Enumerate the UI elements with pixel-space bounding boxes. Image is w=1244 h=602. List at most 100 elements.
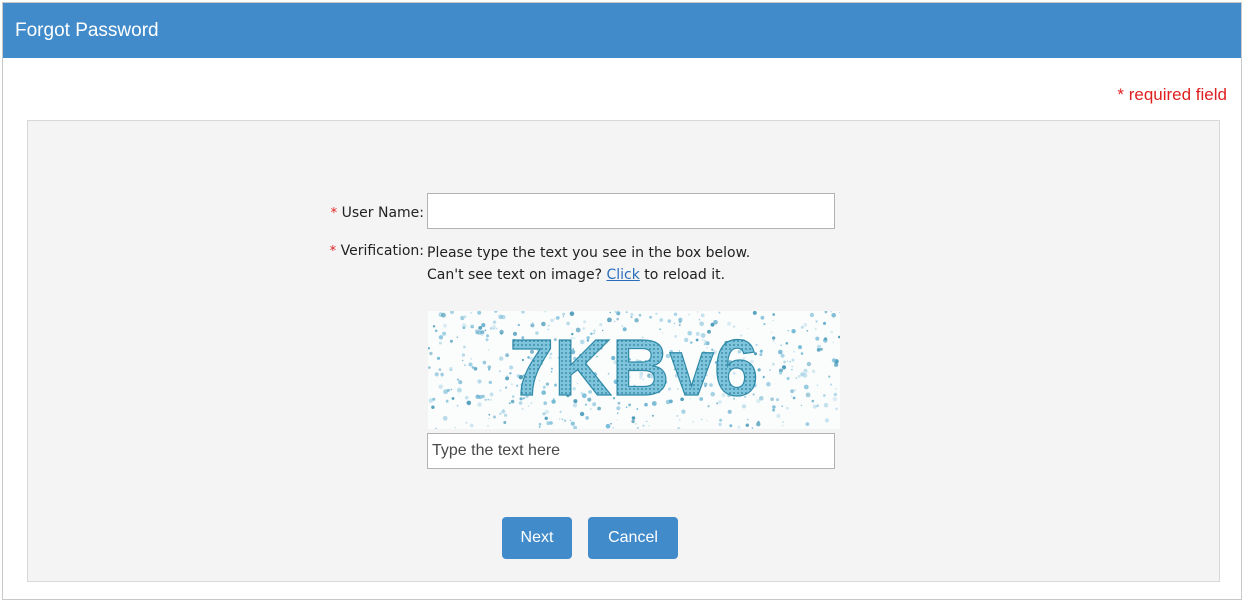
- verification-label: * Verification:: [330, 242, 424, 261]
- captcha-speckle: [700, 418, 703, 421]
- captcha-speckle: [781, 424, 784, 427]
- captcha-speckle: [655, 312, 658, 315]
- captcha-speckle: [503, 421, 507, 424]
- captcha-speckle: [770, 397, 774, 401]
- captcha-speckle: [428, 366, 431, 369]
- captcha-speckle: [811, 399, 815, 403]
- captcha-speckle: [797, 374, 801, 378]
- captcha-speckle: [634, 423, 637, 425]
- captcha-speckle: [443, 323, 447, 328]
- captcha-speckle: [779, 371, 783, 375]
- captcha-speckle: [550, 318, 554, 323]
- captcha-speckle: [772, 313, 775, 316]
- captcha-speckle: [830, 330, 834, 334]
- captcha-speckle: [795, 377, 798, 379]
- required-star: *: [330, 206, 338, 221]
- captcha-speckle: [791, 358, 795, 362]
- captcha-speckle: [760, 315, 765, 320]
- captcha-speckle: [759, 396, 764, 401]
- captcha-speckle: [809, 312, 814, 318]
- captcha-speckle: [806, 329, 809, 332]
- captcha-speckle: [783, 360, 786, 364]
- captcha-speckle: [488, 380, 492, 385]
- captcha-speckle: [499, 412, 502, 415]
- captcha-speckle: [461, 353, 465, 357]
- captcha-speckle: [831, 358, 836, 363]
- captcha-speckle: [756, 422, 761, 427]
- captcha-speckle: [638, 313, 642, 317]
- reload-captcha-link[interactable]: Click: [606, 267, 639, 283]
- captcha-speckle: [450, 388, 453, 391]
- captcha-speckle: [807, 371, 809, 373]
- captcha-speckle: [787, 330, 789, 332]
- captcha-speckle: [800, 352, 804, 355]
- captcha-speckle: [700, 313, 705, 318]
- captcha-speckle: [780, 353, 785, 358]
- captcha-speckle: [470, 324, 474, 328]
- captcha-speckle: [451, 397, 455, 400]
- captcha-speckle: [563, 419, 567, 422]
- captcha-speckle: [569, 311, 575, 316]
- required-star: *: [329, 244, 337, 259]
- captcha-speckle: [490, 399, 492, 401]
- captcha-speckle: [438, 384, 443, 389]
- username-input[interactable]: [427, 193, 835, 229]
- form-panel: * User Name: * Verification: Please type…: [27, 120, 1220, 582]
- captcha-speckle: [781, 405, 783, 407]
- captcha-speckle: [800, 325, 804, 329]
- captcha-speckle: [631, 416, 636, 420]
- captcha-speckle: [454, 427, 456, 429]
- captcha-speckle: [473, 367, 478, 371]
- username-label-text: User Name:: [341, 205, 424, 221]
- captcha-speckle: [631, 419, 635, 424]
- captcha-speckle: [811, 369, 816, 374]
- captcha-speckle: [434, 372, 439, 377]
- captcha-speckle: [803, 368, 808, 373]
- captcha-speckle: [673, 312, 678, 316]
- captcha-speckle: [678, 317, 683, 322]
- captcha-speckle: [659, 318, 664, 322]
- captcha-speckle: [501, 409, 506, 414]
- captcha-speckle: [803, 322, 808, 327]
- captcha-speckle: [791, 365, 794, 368]
- captcha-speckle: [616, 317, 619, 321]
- captcha-speckle: [464, 364, 466, 367]
- captcha-speckle: [492, 320, 497, 324]
- cancel-button[interactable]: Cancel: [588, 517, 678, 559]
- captcha-speckle: [697, 311, 699, 313]
- captcha-speckle: [698, 319, 700, 321]
- captcha-speckle: [542, 412, 546, 416]
- next-button[interactable]: Next: [502, 517, 572, 559]
- captcha-speckle: [625, 311, 628, 313]
- captcha-speckle: [782, 421, 785, 424]
- captcha-speckle: [763, 323, 766, 326]
- captcha-speckle: [791, 329, 796, 334]
- captcha-speckle: [798, 345, 802, 350]
- captcha-speckle: [458, 380, 463, 385]
- captcha-speckle: [763, 375, 765, 378]
- captcha-speckle: [484, 398, 487, 401]
- captcha-speckle: [499, 356, 504, 361]
- captcha-speckle: [487, 398, 490, 401]
- captcha-speckle: [489, 392, 494, 397]
- username-label: * User Name:: [331, 204, 424, 223]
- captcha-speckle: [488, 368, 491, 371]
- captcha-speckle: [486, 334, 489, 338]
- captcha-speckle: [504, 413, 508, 417]
- captcha-speckle: [793, 350, 795, 353]
- verification-label-text: Verification:: [340, 243, 424, 259]
- captcha-speckle: [477, 402, 482, 407]
- captcha-speckle: [436, 356, 441, 360]
- captcha-speckle: [466, 326, 468, 328]
- captcha-input[interactable]: [427, 433, 835, 469]
- captcha-speckle: [469, 423, 474, 428]
- captcha-speckle: [498, 370, 501, 373]
- captcha-speckle: [556, 316, 560, 320]
- captcha-speckle: [648, 425, 650, 427]
- captcha-speckle: [493, 415, 496, 419]
- captcha-speckle: [692, 421, 694, 423]
- captcha-speckle: [477, 330, 482, 335]
- captcha-speckle: [812, 404, 817, 409]
- captcha-speckle: [492, 327, 495, 330]
- captcha-speckle: [786, 406, 789, 410]
